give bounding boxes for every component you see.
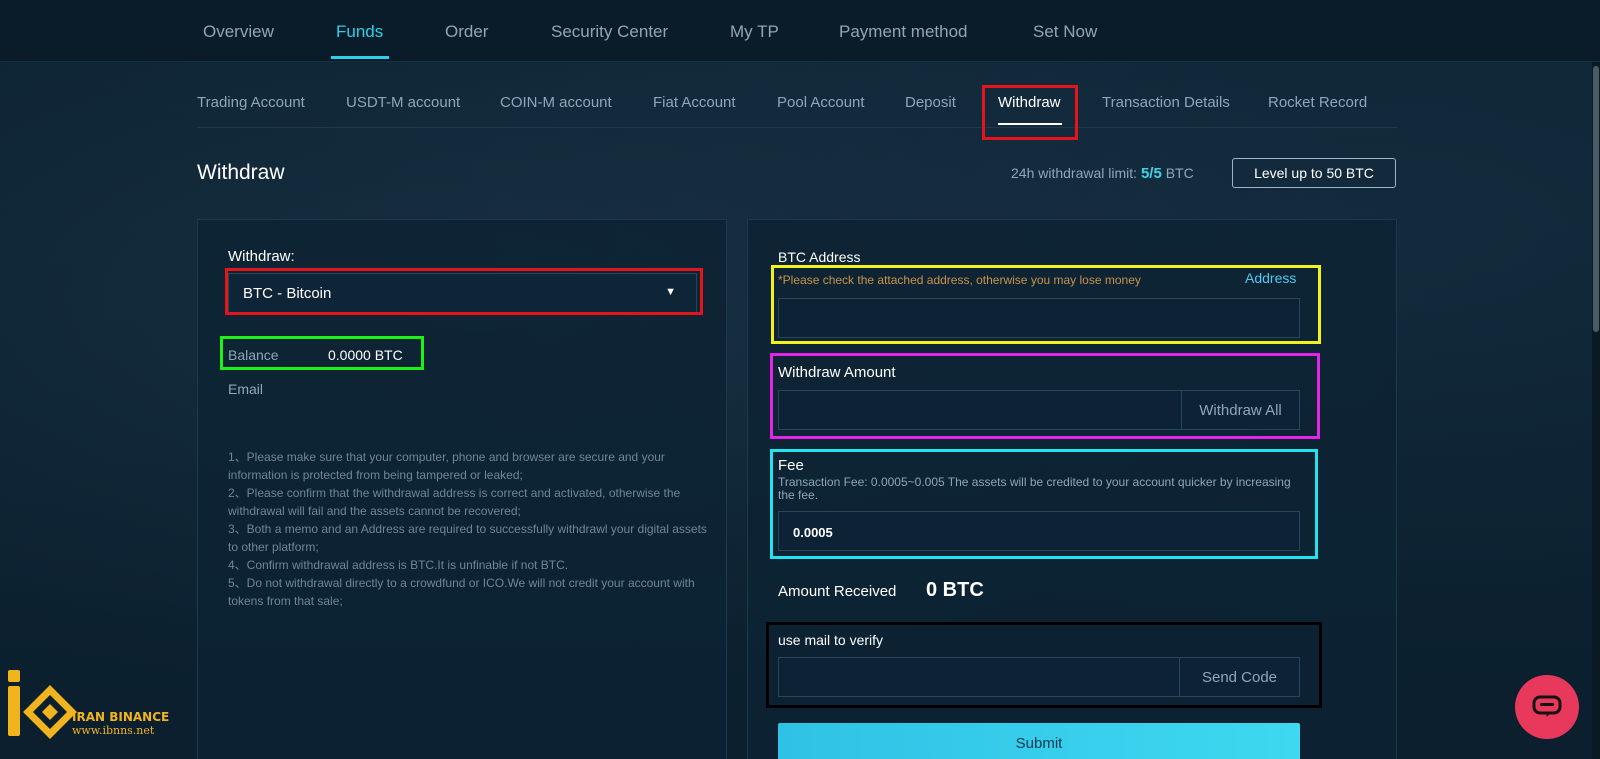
top-nav-security-center[interactable]: Security Center [551,22,668,42]
page-title: Withdraw [197,161,285,184]
withdrawal-limit-unit: BTC [1165,165,1194,181]
withdraw-coin-label: Withdraw: [228,248,295,265]
address-book-link[interactable]: Address [1245,270,1296,286]
tab-fiat-account[interactable]: Fiat Account [653,94,736,111]
chat-bubble-icon [1532,695,1562,717]
tab-rocket-record[interactable]: Rocket Record [1268,94,1367,111]
send-code-button[interactable]: Send Code [1179,658,1299,696]
chat-button[interactable] [1515,675,1579,739]
top-nav-overview[interactable]: Overview [203,22,274,42]
top-nav-funds[interactable]: Funds [336,22,383,42]
top-nav-payment-method[interactable]: Payment method [839,22,968,42]
address-input[interactable] [778,298,1300,338]
watermark-name: IRAN BINANCE [72,710,170,724]
fee-description: Transaction Fee: 0.0005~0.005 The assets… [778,475,1291,502]
balance-value: 0.0000 BTC [328,347,403,363]
top-nav-set-now[interactable]: Set Now [1033,22,1097,42]
tab-transaction-details[interactable]: Transaction Details [1102,94,1230,111]
amount-input[interactable] [779,391,1183,429]
withdrawal-limit-total: 5 [1153,165,1162,182]
sub-nav-divider [197,127,1397,128]
tab-trading-account[interactable]: Trading Account [197,94,305,111]
withdraw-all-button[interactable]: Withdraw All [1181,391,1299,429]
tab-pool-account[interactable]: Pool Account [777,94,865,111]
annotation-box-coin-select [225,268,703,315]
amount-received-label: Amount Received [778,583,897,600]
tab-deposit[interactable]: Deposit [905,94,956,111]
tab-usdt-m-account[interactable]: USDT-M account [346,94,460,111]
note-item: 3、Both a memo and an Address are require… [228,522,707,554]
scrollbar-thumb[interactable] [1593,66,1599,332]
level-up-button[interactable]: Level up to 50 BTC [1232,158,1396,188]
address-warning: *Please check the attached address, othe… [778,273,1141,287]
top-nav-order[interactable]: Order [445,22,488,42]
amount-label: Withdraw Amount [778,364,896,381]
top-nav-my-tp[interactable]: My TP [730,22,779,42]
withdraw-notes: 1、Please make sure that your computer, p… [228,448,708,610]
verify-field: Send Code [778,657,1300,697]
amount-field: Withdraw All [778,390,1300,430]
fee-field[interactable]: 0.0005 [778,511,1300,551]
top-nav-active-indicator [331,56,389,59]
note-item: 1、Please make sure that your computer, p… [228,450,665,482]
note-item: 5、Do not withdrawal directly to a crowdf… [228,576,695,608]
watermark-url: www.ibnns.net [72,724,155,737]
email-label: Email [228,381,264,397]
balance-label: Balance [228,347,279,363]
note-item: 4、Confirm withdrawal address is BTC.It i… [228,558,569,572]
fee-value: 0.0005 [793,525,833,540]
fee-label: Fee [778,457,804,474]
tab-coin-m-account[interactable]: COIN-M account [500,94,612,111]
amount-received-value: 0 BTC [926,579,984,601]
annotation-box-withdraw-tab [982,85,1078,140]
withdrawal-limit-label: 24h withdrawal limit: [1011,165,1138,181]
submit-button[interactable]: Submit [778,723,1300,759]
note-item: 2、Please confirm that the withdrawal add… [228,486,681,518]
verify-code-input[interactable] [779,658,1181,696]
verify-label: use mail to verify [778,632,884,648]
top-nav: Overview Funds Order Security Center My … [0,0,1600,62]
address-label: BTC Address [778,249,861,265]
withdrawal-limit: 24h withdrawal limit: 5/5 BTC [1011,165,1194,182]
